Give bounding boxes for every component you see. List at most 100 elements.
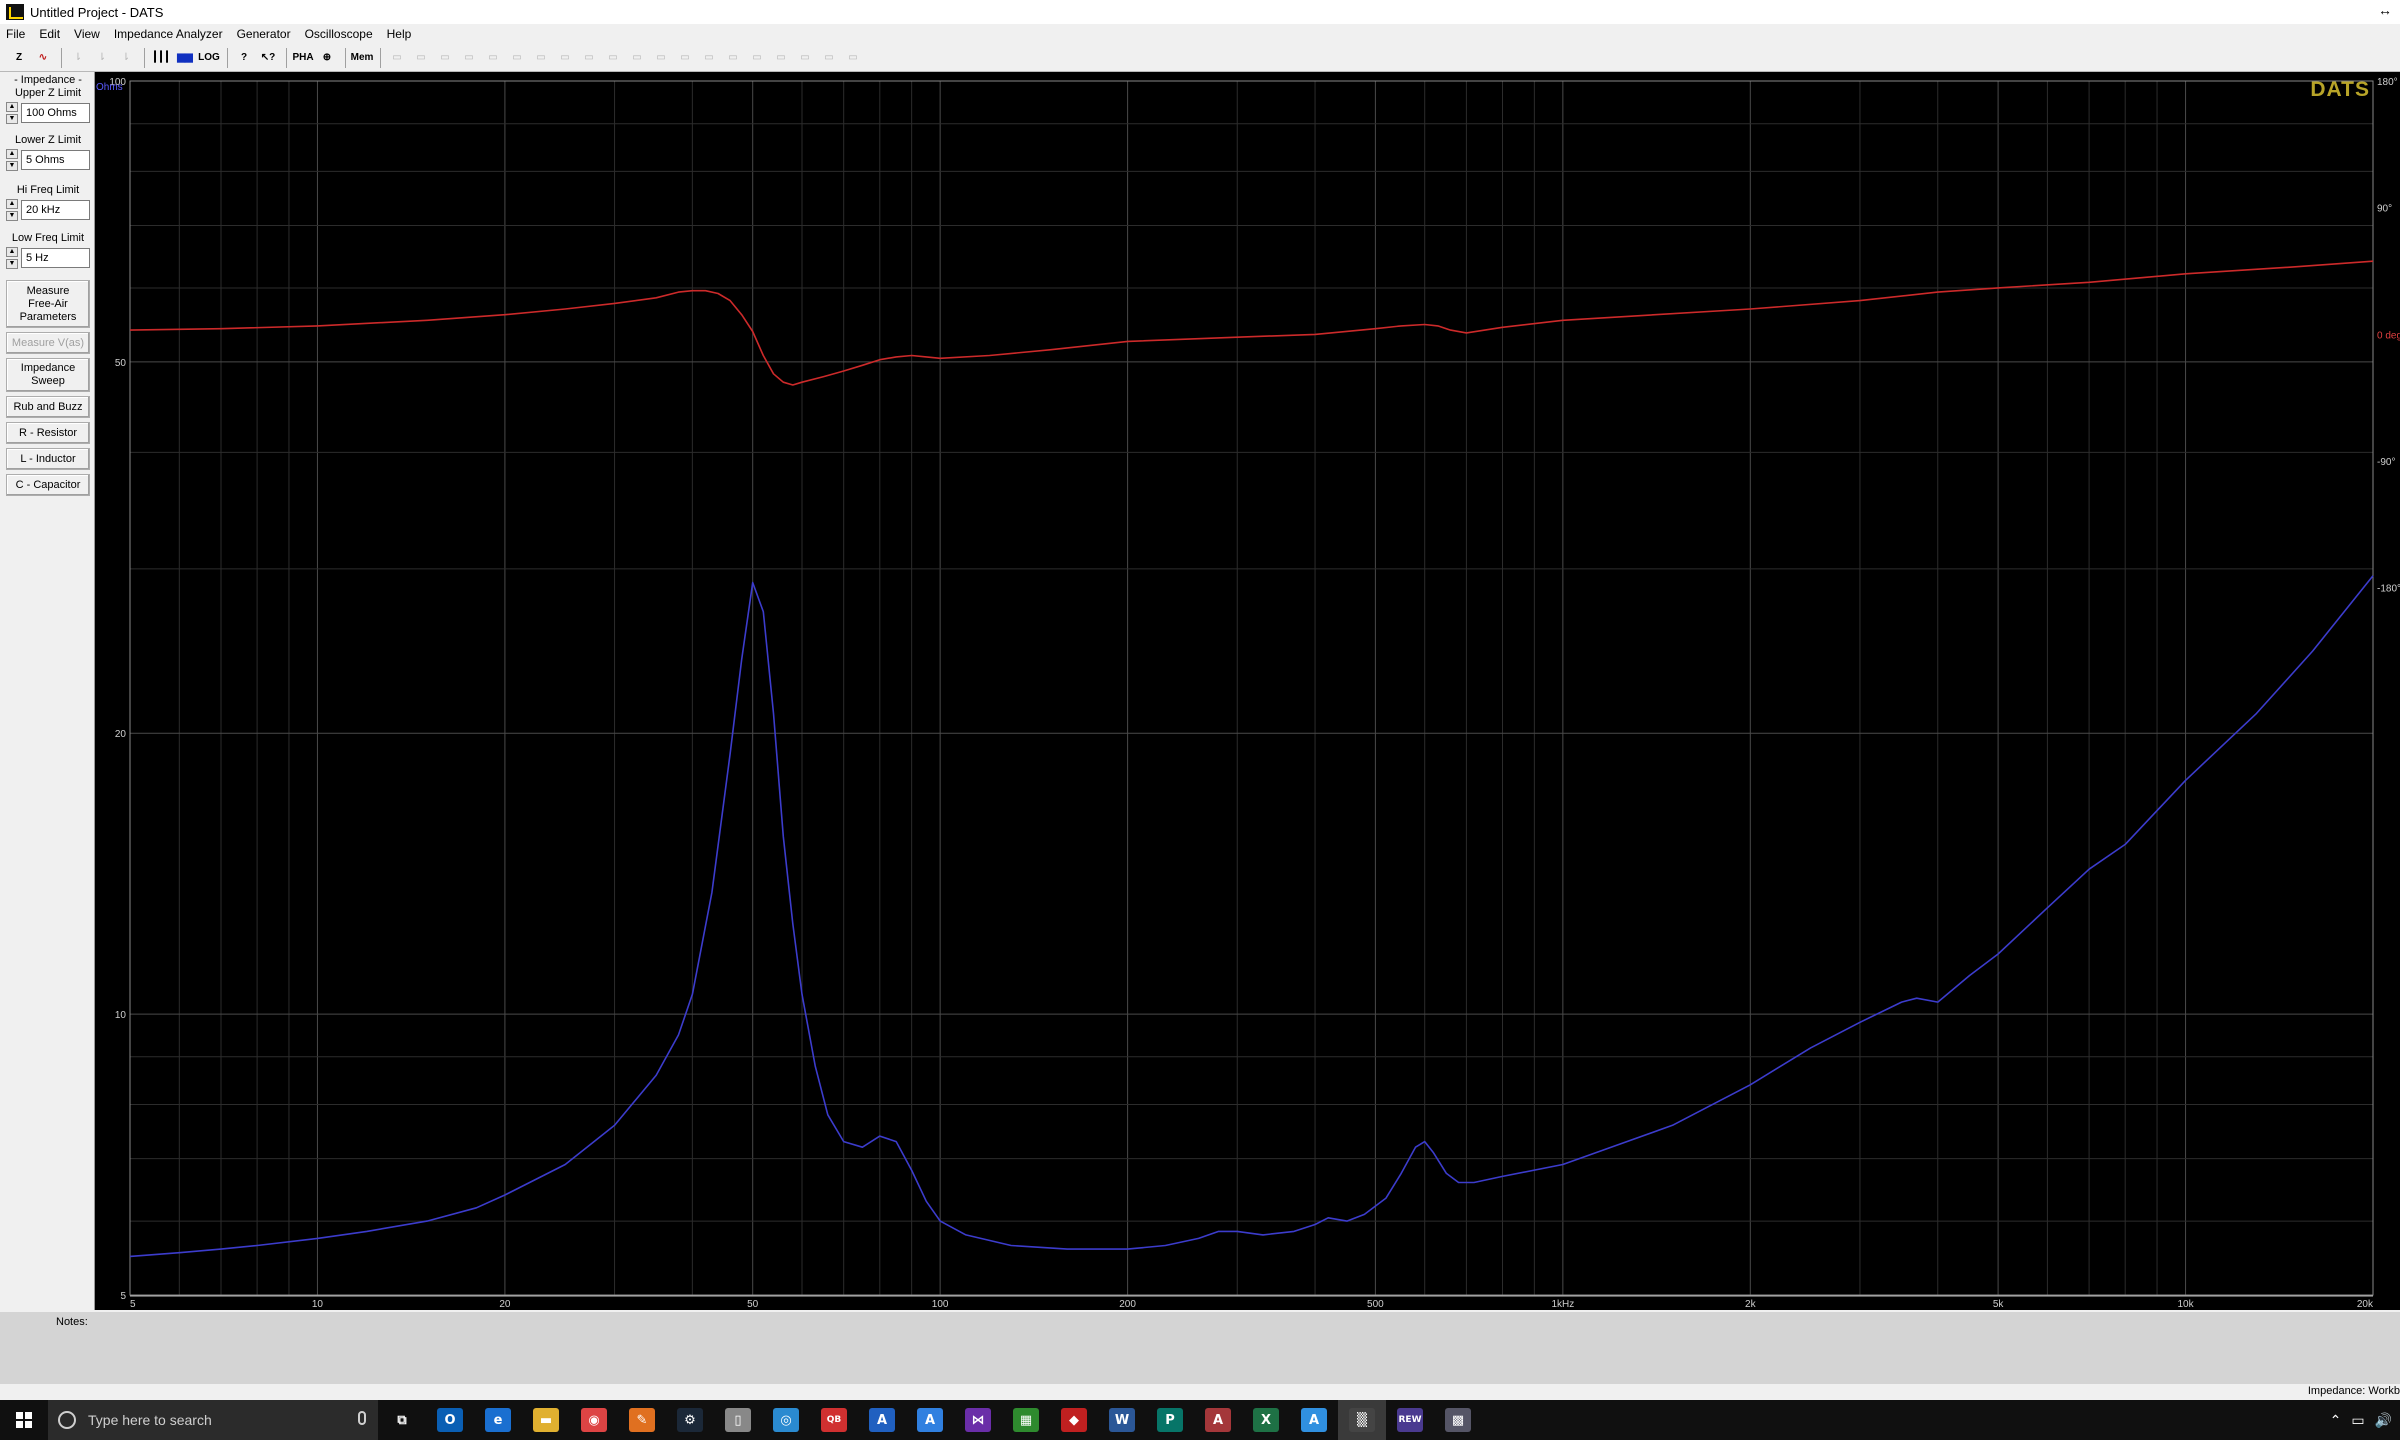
upper-z-field[interactable]: 100 Ohms bbox=[21, 103, 90, 123]
outlook-icon[interactable]: O bbox=[426, 1400, 474, 1440]
memory-slot-icon[interactable]: ▭ bbox=[482, 47, 504, 69]
upper-z-group: - Impedance - Upper Z Limit ▲ ▼ 100 Ohms bbox=[6, 74, 90, 124]
memory-slot-icon[interactable]: ▭ bbox=[506, 47, 528, 69]
memory-slot-icon[interactable]: ▭ bbox=[674, 47, 696, 69]
memory-slot-icon[interactable]: ▭ bbox=[794, 47, 816, 69]
rew-icon[interactable]: REW bbox=[1386, 1400, 1434, 1440]
lower-z-field[interactable]: 5 Ohms bbox=[21, 150, 90, 170]
app-a3-icon[interactable]: A bbox=[1290, 1400, 1338, 1440]
file-icon[interactable]: ▯ bbox=[714, 1400, 762, 1440]
toolbar: Z ∿ ⇂ ⇂ ⇂ ┃┃┃ ▆▆ LOG? ↖? PHA ⊕ Mem ▭ ▭ ▭ ▭ ▭ ▭ ▭ ▭ ▭ ▭ ▭ ▭ ▭ ▭ ▭ ▭ ▭… bbox=[0, 44, 2400, 72]
hi-freq-spinner[interactable]: ▲ ▼ bbox=[6, 199, 18, 221]
x-tick-label: 10 bbox=[312, 1299, 324, 1310]
impedance-plot[interactable]: 100 50 20 10 5 180° 90° 0 deg -90° -180° 5 10 20 50 10… bbox=[95, 72, 2400, 1310]
memory-slot-icon[interactable]: ▭ bbox=[626, 47, 648, 69]
access-icon[interactable]: A bbox=[1194, 1400, 1242, 1440]
excel-icon[interactable]: X bbox=[1242, 1400, 1290, 1440]
app-red-icon[interactable]: ◆ bbox=[1050, 1400, 1098, 1440]
menu-view[interactable]: View bbox=[74, 27, 100, 41]
volume-icon[interactable]: 🔊 bbox=[2375, 1412, 2392, 1429]
microphone-icon[interactable] bbox=[358, 1411, 366, 1425]
network-icon[interactable]: ▭ bbox=[2351, 1412, 2364, 1429]
log-icon[interactable]: LOG bbox=[198, 47, 220, 69]
impedance-section-title: - Impedance - bbox=[14, 74, 82, 86]
inductor-button[interactable]: L - Inductor bbox=[6, 448, 90, 470]
steam-icon[interactable]: ⚙ bbox=[666, 1400, 714, 1440]
x-tick-label: 5k bbox=[1993, 1299, 2005, 1310]
lower-z-spinner[interactable]: ▲ ▼ bbox=[6, 149, 18, 171]
phase-tick-label: -180° bbox=[2377, 584, 2400, 595]
resistor-button[interactable]: R - Resistor bbox=[6, 422, 90, 444]
menu-oscilloscope[interactable]: Oscilloscope bbox=[305, 27, 373, 41]
search-placeholder: Type here to search bbox=[88, 1412, 212, 1428]
memory-slot-icon[interactable]: ▭ bbox=[650, 47, 672, 69]
capacitor-button[interactable]: C - Capacitor bbox=[6, 474, 90, 496]
memory-slot-icon[interactable]: ▭ bbox=[578, 47, 600, 69]
cursor-icon[interactable]: ⇂ bbox=[67, 47, 89, 69]
memory-slot-icon[interactable]: ▭ bbox=[434, 47, 456, 69]
plot-frame bbox=[129, 80, 2374, 1296]
hi-freq-field[interactable]: 20 kHz bbox=[21, 200, 90, 220]
measure-vas-button[interactable]: Measure V(as) bbox=[6, 332, 90, 354]
app-a2-icon[interactable]: A bbox=[906, 1400, 954, 1440]
windows-logo-icon bbox=[16, 1412, 32, 1428]
memory-slot-icon[interactable]: ▭ bbox=[410, 47, 432, 69]
visual-studio-icon[interactable]: ⋈ bbox=[954, 1400, 1002, 1440]
menu-file[interactable]: File bbox=[6, 27, 25, 41]
start-button[interactable] bbox=[0, 1400, 48, 1440]
cursor-icon[interactable]: ⇂ bbox=[91, 47, 113, 69]
help-icon[interactable]: ? bbox=[233, 47, 255, 69]
resize-icon[interactable]: ↔ bbox=[2378, 2, 2392, 18]
phase-icon[interactable]: PHA bbox=[292, 47, 314, 69]
app-orange-icon[interactable]: ✎ bbox=[618, 1400, 666, 1440]
memory-slot-icon[interactable]: ▭ bbox=[770, 47, 792, 69]
low-freq-spinner[interactable]: ▲ ▼ bbox=[6, 247, 18, 269]
rub-and-buzz-button[interactable]: Rub and Buzz bbox=[6, 396, 90, 418]
app-a-icon[interactable]: A bbox=[858, 1400, 906, 1440]
memory-slot-icon[interactable]: ▭ bbox=[458, 47, 480, 69]
memory-slot-icon[interactable]: ▭ bbox=[722, 47, 744, 69]
x-tick-label: 20k bbox=[2357, 1299, 2374, 1310]
memory-slot-icon[interactable]: ▭ bbox=[602, 47, 624, 69]
toolbar-separator bbox=[345, 47, 346, 68]
task-view-icon[interactable]: ⧉ bbox=[378, 1400, 426, 1440]
impedance-sweep-button[interactable]: Impedance Sweep bbox=[6, 358, 90, 392]
cursor-icon[interactable]: ⇂ bbox=[115, 47, 137, 69]
impedance-chart[interactable]: 100 50 20 10 5 180° 90° 0 deg -90° -180° 5 10 20 50 10… bbox=[95, 72, 2400, 1310]
stock-icon[interactable]: ▦ bbox=[1002, 1400, 1050, 1440]
menu-edit[interactable]: Edit bbox=[39, 27, 60, 41]
measure-free-air-button[interactable]: Measure Free-Air Parameters bbox=[6, 280, 90, 328]
grid-icon[interactable]: ┃┃┃ bbox=[150, 47, 172, 69]
memory-icon[interactable]: Mem bbox=[351, 47, 374, 69]
quickbooks-icon[interactable]: QB bbox=[810, 1400, 858, 1440]
memory-slot-icon[interactable]: ▭ bbox=[698, 47, 720, 69]
low-freq-label: Low Freq Limit bbox=[11, 232, 85, 244]
menu-generator[interactable]: Generator bbox=[237, 27, 291, 41]
memory-slot-icon[interactable]: ▭ bbox=[386, 47, 408, 69]
bars-icon[interactable]: ▆▆ bbox=[174, 47, 196, 69]
upper-z-spinner[interactable]: ▲ ▼ bbox=[6, 102, 18, 124]
memory-slot-icon[interactable]: ▭ bbox=[818, 47, 840, 69]
memory-slot-icon[interactable]: ▭ bbox=[554, 47, 576, 69]
zoom-icon[interactable]: ⊕ bbox=[316, 47, 338, 69]
menu-help[interactable]: Help bbox=[387, 27, 412, 41]
context-help-icon[interactable]: ↖? bbox=[257, 47, 279, 69]
low-freq-field[interactable]: 5 Hz bbox=[21, 248, 90, 268]
memory-slot-icon[interactable]: ▭ bbox=[842, 47, 864, 69]
sine-wave-icon[interactable]: ∿ bbox=[32, 47, 54, 69]
memory-slot-icon[interactable]: ▭ bbox=[746, 47, 768, 69]
app-grid-icon[interactable]: ▩ bbox=[1434, 1400, 1482, 1440]
dats-icon[interactable]: ▒ bbox=[1338, 1400, 1386, 1440]
word-icon[interactable]: W bbox=[1098, 1400, 1146, 1440]
show-hidden-icons-icon[interactable]: ⌃ bbox=[2330, 1412, 2342, 1429]
memory-slot-icon[interactable]: ▭ bbox=[530, 47, 552, 69]
app-globe-icon[interactable]: ◎ bbox=[762, 1400, 810, 1440]
taskbar-search[interactable]: Type here to search bbox=[48, 1400, 378, 1440]
edge-icon[interactable]: e bbox=[474, 1400, 522, 1440]
menu-impedance-analyzer[interactable]: Impedance Analyzer bbox=[114, 27, 223, 41]
publisher-icon[interactable]: P bbox=[1146, 1400, 1194, 1440]
x-tick-label: 20 bbox=[499, 1299, 511, 1310]
file-explorer-icon[interactable]: ▬ bbox=[522, 1400, 570, 1440]
impedance-z-icon[interactable]: Z bbox=[8, 47, 30, 69]
chrome-icon[interactable]: ◉ bbox=[570, 1400, 618, 1440]
